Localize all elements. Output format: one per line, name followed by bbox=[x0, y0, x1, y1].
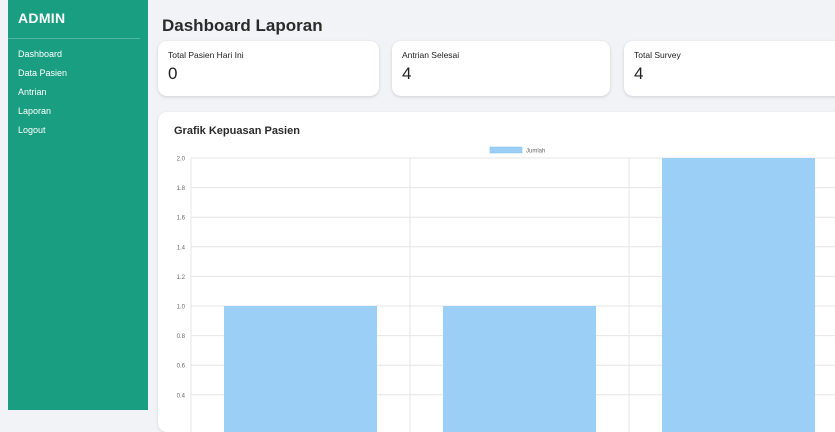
bar bbox=[443, 306, 596, 432]
stat-card-value: 4 bbox=[634, 64, 644, 83]
stat-card-total-pasien: Total Pasien Hari Ini 0 bbox=[158, 41, 379, 96]
sidebar-nav: Dashboard Data Pasien Antrian Laporan Lo… bbox=[8, 45, 148, 140]
page-title: Dashboard Laporan bbox=[162, 16, 323, 35]
sidebar-item-antrian[interactable]: Antrian bbox=[8, 83, 148, 102]
stat-card-total-survey: Total Survey 4 bbox=[624, 41, 835, 96]
y-tick-label: 0.8 bbox=[177, 334, 186, 340]
stat-card-antrian-selesai: Antrian Selesai 4 bbox=[392, 41, 610, 96]
sidebar-item-dashboard[interactable]: Dashboard bbox=[8, 45, 148, 64]
chart-panel: Grafik Kepuasan Pasien 2.0 1.8 1.6 1.4 1.2 1.… bbox=[158, 112, 835, 432]
stat-card-value: 4 bbox=[402, 64, 412, 83]
y-tick-label: 0.4 bbox=[177, 393, 186, 399]
stat-card-label: Total Pasien Hari Ini bbox=[168, 50, 244, 60]
sidebar-item-laporan[interactable]: Laporan bbox=[8, 102, 148, 121]
y-tick-label: 1.4 bbox=[177, 245, 186, 251]
sidebar-brand: ADMIN bbox=[8, 0, 140, 39]
y-tick-label: 1.2 bbox=[177, 275, 186, 281]
bar bbox=[224, 306, 377, 432]
sidebar-item-logout[interactable]: Logout bbox=[8, 121, 148, 140]
y-tick-label: 1.6 bbox=[177, 216, 186, 222]
stat-card-value: 0 bbox=[168, 64, 178, 83]
y-tick-label: 0.6 bbox=[177, 364, 186, 370]
stat-card-label: Total Survey bbox=[634, 50, 681, 60]
main-content: Dashboard Laporan Total Pasien Hari Ini … bbox=[148, 0, 835, 432]
satisfaction-bar-chart: 2.0 1.8 1.6 1.4 1.2 1.0 0.8 0.6 0.4 Jumlah bbox=[177, 146, 835, 432]
stat-card-label: Antrian Selesai bbox=[402, 50, 460, 60]
bar bbox=[662, 158, 815, 432]
sidebar: ADMIN Dashboard Data Pasien Antrian Lapo… bbox=[8, 0, 148, 410]
y-tick-label: 1.0 bbox=[177, 305, 186, 311]
legend-label: Jumlah bbox=[526, 149, 545, 155]
y-tick-label: 2.0 bbox=[177, 157, 186, 163]
y-tick-label: 1.8 bbox=[177, 186, 186, 192]
legend-swatch bbox=[489, 146, 523, 154]
sidebar-item-data-pasien[interactable]: Data Pasien bbox=[8, 64, 148, 83]
